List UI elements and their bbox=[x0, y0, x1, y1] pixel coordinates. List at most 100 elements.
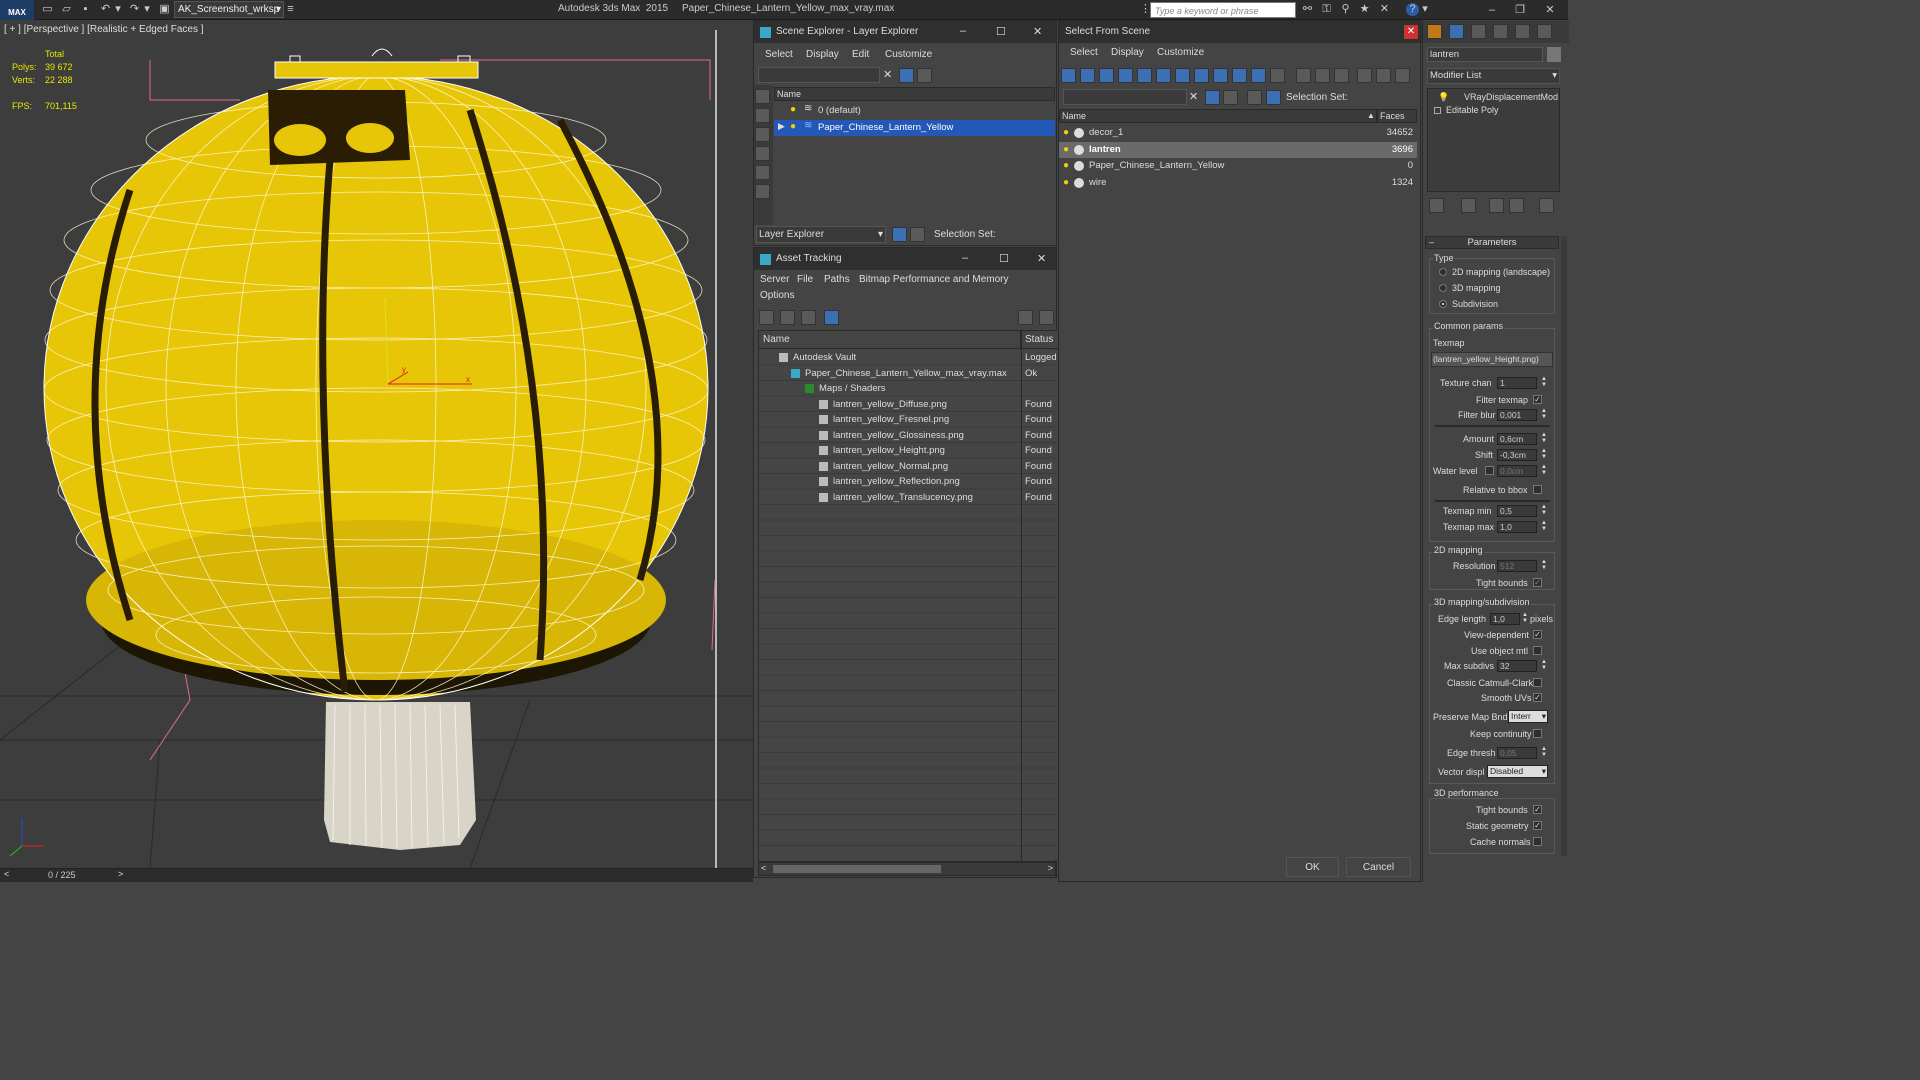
spinner-arrows-icon[interactable]: ▲ ▼ bbox=[1541, 520, 1547, 532]
layer-row-selected[interactable]: ▶ ● ≋ Paper_Chinese_Lantern_Yellow bbox=[774, 120, 1055, 136]
lightbulb-icon[interactable]: ● bbox=[1063, 175, 1069, 191]
search-input[interactable]: Type a keyword or phrase bbox=[1150, 2, 1296, 18]
display-lights-icon[interactable] bbox=[1099, 68, 1114, 83]
max-subdivs-spinner[interactable]: 32 bbox=[1497, 660, 1537, 672]
configure-sets-icon[interactable] bbox=[1539, 198, 1554, 213]
lightbulb-icon[interactable]: ● bbox=[790, 104, 796, 115]
menu-file[interactable]: File bbox=[797, 274, 813, 285]
layers-icon[interactable] bbox=[1247, 90, 1262, 105]
asset-row[interactable]: lantren_yellow_Translucency.png Found bbox=[759, 490, 1057, 505]
filter-icon[interactable] bbox=[1205, 90, 1220, 105]
asset-row[interactable]: lantren_yellow_Normal.png Found bbox=[759, 459, 1057, 474]
spinner-arrows-icon[interactable]: ▲ ▼ bbox=[1541, 432, 1547, 444]
hierarchy-icon[interactable] bbox=[910, 227, 925, 242]
cancel-button[interactable]: Cancel bbox=[1346, 857, 1411, 877]
close-button[interactable]: ✕ bbox=[1033, 25, 1042, 38]
display-invert-icon[interactable] bbox=[1334, 68, 1349, 83]
display-lights-icon[interactable] bbox=[755, 127, 770, 142]
asset-row[interactable]: lantren_yellow_Height.png Found bbox=[759, 443, 1057, 458]
texmap-max-spinner[interactable]: 1,0 bbox=[1497, 521, 1537, 533]
display-all-icon[interactable] bbox=[1296, 68, 1311, 83]
menu-edit[interactable]: Edit bbox=[852, 49, 869, 60]
display-cameras-icon[interactable] bbox=[1118, 68, 1133, 83]
collapse-rollout-icon[interactable]: – bbox=[1429, 237, 1434, 247]
tight-bounds-2d-checkbox[interactable]: ✓ bbox=[1533, 578, 1542, 587]
use-object-mtl-checkbox[interactable] bbox=[1533, 646, 1542, 655]
spinner-arrows-icon[interactable]: ▲ ▼ bbox=[1541, 559, 1547, 571]
explorer-type-dropdown[interactable]: Layer Explorer ▾ bbox=[756, 226, 886, 243]
display-bones-icon[interactable] bbox=[1213, 68, 1228, 83]
layer-row[interactable]: ● ≋ 0 (default) bbox=[774, 103, 1055, 119]
spinner-arrows-icon[interactable]: ▲ ▼ bbox=[1541, 659, 1547, 671]
menu-select[interactable]: Select bbox=[1070, 47, 1098, 58]
lightbulb-icon[interactable]: ● bbox=[1063, 158, 1069, 174]
menu-customize[interactable]: Customize bbox=[885, 49, 932, 60]
case-sensitive-icon[interactable] bbox=[1223, 90, 1238, 105]
close-button[interactable]: ✕ bbox=[1404, 25, 1418, 39]
vector-displ-dropdown[interactable]: Disabled ▾ bbox=[1487, 765, 1548, 778]
display-shapes-icon[interactable] bbox=[755, 108, 770, 123]
minimize-button[interactable]: – bbox=[962, 252, 968, 264]
relative-bbox-checkbox[interactable] bbox=[1533, 485, 1542, 494]
hierarchy-tab-icon[interactable] bbox=[1471, 24, 1486, 39]
asset-col-status[interactable]: Status bbox=[1022, 331, 1057, 349]
display-frozen-icon[interactable] bbox=[1251, 68, 1266, 83]
app-logo[interactable]: MAX bbox=[0, 0, 34, 20]
scrollbar-thumb[interactable] bbox=[773, 865, 941, 873]
display-warps-icon[interactable] bbox=[1156, 68, 1171, 83]
redo-icon[interactable]: ↷ bbox=[127, 3, 142, 16]
remove-modifier-icon[interactable] bbox=[1509, 198, 1524, 213]
perf-tight-bounds-checkbox[interactable]: ✓ bbox=[1533, 805, 1542, 814]
time-slider[interactable]: < 0 / 225 > bbox=[0, 868, 753, 882]
layer-explorer-icon[interactable] bbox=[892, 227, 907, 242]
hierarchy-icon[interactable] bbox=[1376, 68, 1391, 83]
shift-spinner[interactable]: -0,3cm bbox=[1497, 449, 1537, 461]
edge-thresh-spinner[interactable]: 0,05 bbox=[1497, 747, 1537, 759]
spinner-arrows-icon[interactable]: ▲ ▼ bbox=[1541, 408, 1547, 420]
display-none-icon[interactable] bbox=[1315, 68, 1330, 83]
explorer-search-input[interactable] bbox=[758, 67, 880, 83]
help-icon[interactable]: ? bbox=[1406, 3, 1419, 16]
type-3d-radio[interactable] bbox=[1439, 284, 1447, 292]
list-view-icon[interactable] bbox=[780, 310, 795, 325]
texmap-button[interactable]: (lantren_yellow_Height.png) bbox=[1431, 352, 1553, 367]
menu-display[interactable]: Display bbox=[1111, 47, 1144, 58]
spinner-arrows-icon[interactable]: ▲ ▼ bbox=[1522, 612, 1528, 624]
undo-dropdown-icon[interactable]: ▾ bbox=[114, 3, 122, 16]
keep-continuity-checkbox[interactable] bbox=[1533, 729, 1542, 738]
texmap-min-spinner[interactable]: 0,5 bbox=[1497, 505, 1537, 517]
help-icon[interactable] bbox=[1018, 310, 1033, 325]
maximize-button[interactable]: ☐ bbox=[996, 25, 1006, 38]
filter-blur-spinner[interactable]: 0,001 bbox=[1497, 409, 1537, 421]
display-cameras-icon[interactable] bbox=[755, 146, 770, 161]
select-col-name[interactable]: Name bbox=[1059, 109, 1377, 123]
display-xrefs-icon[interactable] bbox=[1194, 68, 1209, 83]
lightbulb-icon[interactable]: ● bbox=[790, 121, 796, 132]
texture-chan-spinner[interactable]: 1 bbox=[1497, 377, 1537, 389]
object-row[interactable]: ● Paper_Chinese_Lantern_Yellow 0 bbox=[1059, 158, 1417, 174]
display-helpers-icon[interactable] bbox=[1137, 68, 1152, 83]
thumbnail-view-icon[interactable] bbox=[801, 310, 816, 325]
amount-spinner[interactable]: 0,6cm bbox=[1497, 433, 1537, 445]
asset-row[interactable]: Paper_Chinese_Lantern_Yellow_max_vray.ma… bbox=[759, 366, 1057, 381]
table-view-icon[interactable] bbox=[824, 310, 839, 325]
asset-row[interactable]: lantren_yellow_Glossiness.png Found bbox=[759, 428, 1057, 443]
pin-stack-icon[interactable] bbox=[1429, 198, 1444, 213]
settings-icon[interactable] bbox=[1039, 310, 1054, 325]
layers-filter-icon[interactable] bbox=[917, 68, 932, 83]
workspace-menu-icon[interactable]: ≡ bbox=[283, 3, 298, 16]
sort-ascending-icon[interactable]: ▲ bbox=[1367, 111, 1375, 120]
asset-row[interactable]: lantren_yellow_Fresnel.png Found bbox=[759, 412, 1057, 427]
display-geometry-icon[interactable] bbox=[1061, 68, 1076, 83]
new-file-icon[interactable]: ▭ bbox=[40, 3, 55, 16]
display-groups-icon[interactable] bbox=[1175, 68, 1190, 83]
lightbulb-icon[interactable]: 💡 bbox=[1438, 91, 1449, 104]
ok-button[interactable]: OK bbox=[1286, 857, 1339, 877]
parameters-rollout-header[interactable]: Parameters bbox=[1425, 236, 1559, 249]
chevron-right-icon[interactable]: > bbox=[1048, 863, 1053, 873]
asset-row[interactable]: Autodesk Vault Logged bbox=[759, 350, 1057, 365]
edge-length-spinner[interactable]: 1,0 bbox=[1490, 613, 1520, 625]
lightbulb-icon[interactable]: ● bbox=[1063, 125, 1069, 141]
expand-icon[interactable] bbox=[1434, 107, 1441, 114]
collapse-icon[interactable] bbox=[1395, 68, 1410, 83]
